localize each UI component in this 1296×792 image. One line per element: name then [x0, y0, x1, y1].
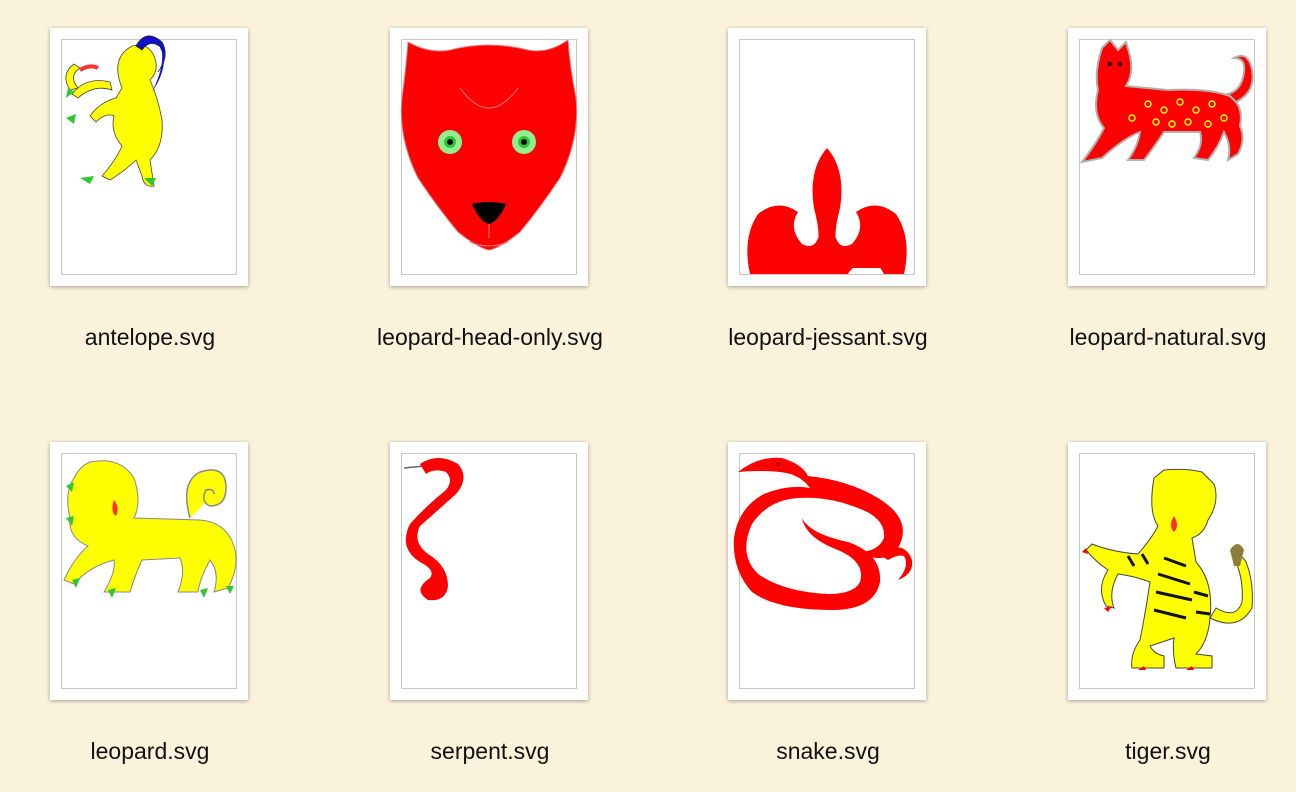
file-thumbnail[interactable]: [728, 442, 926, 700]
antelope-icon: [65, 35, 166, 187]
file-thumbnail[interactable]: [50, 442, 248, 700]
leopard-icon: [63, 460, 237, 598]
leopard-natural-icon: [1079, 38, 1254, 164]
file-thumbnail[interactable]: [1068, 442, 1266, 700]
tiger-icon: [1082, 468, 1253, 670]
file-thumbnail[interactable]: [390, 28, 588, 286]
snake-icon: [733, 457, 913, 610]
file-thumbnail[interactable]: [390, 442, 588, 700]
file-name-label: leopard.svg: [90, 738, 210, 764]
file-name-label: leopard-natural.svg: [1069, 324, 1267, 350]
file-name-label: leopard-jessant.svg: [728, 324, 928, 350]
serpent-icon: [403, 458, 464, 601]
file-name-label: snake.svg: [776, 738, 880, 764]
file-name-label: tiger.svg: [1125, 738, 1211, 764]
file-thumbnail[interactable]: [728, 28, 926, 286]
file-thumbnail[interactable]: [50, 28, 248, 286]
fleur-de-lis-icon: [747, 148, 907, 274]
file-name-label: serpent.svg: [430, 738, 550, 764]
file-name-label: leopard-head-only.svg: [377, 324, 603, 350]
leopard-head-icon: [400, 39, 578, 251]
file-thumbnail[interactable]: [1068, 28, 1266, 286]
file-name-label: antelope.svg: [84, 324, 216, 350]
